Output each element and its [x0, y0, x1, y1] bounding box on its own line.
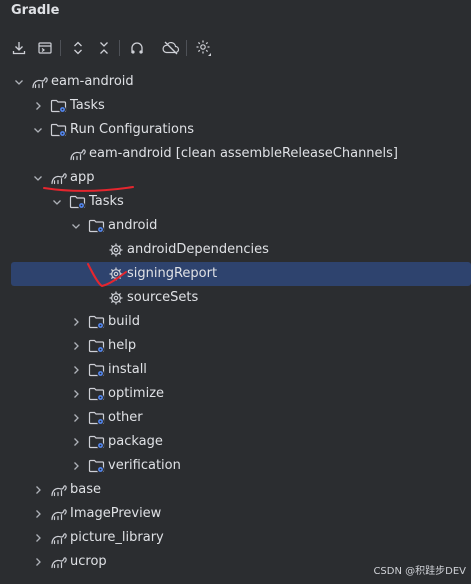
folder-gear-icon: [88, 313, 106, 331]
tree-row-label: signingReport: [127, 266, 218, 281]
chevron-right-icon[interactable]: [32, 508, 44, 520]
chevron-down-icon[interactable]: [51, 196, 63, 208]
tree-row-label: Tasks: [89, 194, 124, 209]
settings-icon[interactable]: [194, 38, 214, 58]
tree-row-label: base: [70, 482, 101, 497]
chevron-right-icon[interactable]: [70, 364, 82, 376]
chevron-down-icon[interactable]: [32, 172, 44, 184]
tree-row[interactable]: picture_library: [0, 526, 471, 550]
download-sources-icon[interactable]: [9, 38, 29, 58]
tree-row-label: androidDependencies: [127, 242, 269, 257]
tree-row-label: app: [70, 170, 95, 185]
chevron-right-icon[interactable]: [32, 484, 44, 496]
tree-row-label: ImagePreview: [70, 506, 162, 521]
chevron-down-icon[interactable]: [70, 220, 82, 232]
chevron-right-icon[interactable]: [70, 388, 82, 400]
tree-row[interactable]: android: [0, 214, 471, 238]
gradle-toolbar: [0, 36, 471, 60]
tree-row[interactable]: help: [0, 334, 471, 358]
folder-gear-icon: [69, 193, 87, 211]
tree-row-label: ucrop: [70, 554, 107, 569]
tree-row[interactable]: ImagePreview: [0, 502, 471, 526]
expand-all-icon[interactable]: [68, 38, 88, 58]
folder-gear-icon: [88, 457, 106, 475]
tree-row-label: other: [108, 410, 143, 425]
folder-gear-icon: [88, 409, 106, 427]
offline-mode-icon[interactable]: [161, 38, 181, 58]
gradle-project-icon: [31, 73, 49, 91]
chevron-down-icon[interactable]: [13, 76, 25, 88]
chevron-right-icon[interactable]: [32, 532, 44, 544]
tree-row[interactable]: sourceSets: [0, 286, 471, 310]
folder-gear-icon: [88, 385, 106, 403]
tree-row-label: sourceSets: [127, 290, 199, 305]
tree-row[interactable]: signingReport: [11, 262, 471, 286]
tree-row[interactable]: verification: [0, 454, 471, 478]
tree-row[interactable]: optimize: [0, 382, 471, 406]
tree-row-label: install: [108, 362, 147, 377]
tree-row[interactable]: Run Configurations: [0, 118, 471, 142]
folder-gear-icon: [88, 433, 106, 451]
tree-row-label: Tasks: [70, 98, 105, 113]
gradle-project-icon: [50, 505, 68, 523]
collapse-all-icon[interactable]: [94, 38, 114, 58]
tree-row[interactable]: package: [0, 430, 471, 454]
tree-row-label: Run Configurations: [70, 122, 194, 137]
chevron-right-icon[interactable]: [32, 556, 44, 568]
watermark: CSDN @积跬步DEV: [373, 566, 466, 577]
chevron-right-icon[interactable]: [32, 100, 44, 112]
folder-gear-icon: [88, 217, 106, 235]
run-config-icon[interactable]: [35, 38, 55, 58]
chevron-down-icon[interactable]: [32, 124, 44, 136]
folder-gear-icon: [88, 361, 106, 379]
tree-row-label: android: [108, 218, 158, 233]
chevron-right-icon[interactable]: [70, 340, 82, 352]
tree-row[interactable]: eam-android: [0, 70, 471, 94]
tree-row[interactable]: install: [0, 358, 471, 382]
chevron-right-icon[interactable]: [70, 436, 82, 448]
tree-row-label: package: [108, 434, 163, 449]
gradle-project-icon: [50, 529, 68, 547]
tree-row[interactable]: Tasks: [0, 190, 471, 214]
tree-row-label: build: [108, 314, 140, 329]
tree-row[interactable]: app: [0, 166, 471, 190]
gradle-project-icon: [69, 145, 87, 163]
tree-row-label: eam-android: [51, 74, 134, 89]
tree-row[interactable]: base: [0, 478, 471, 502]
tree-row-label: eam-android [clean assembleReleaseChanne…: [89, 146, 398, 161]
chevron-right-icon[interactable]: [70, 460, 82, 472]
tree-row[interactable]: other: [0, 406, 471, 430]
folder-gear-icon: [88, 337, 106, 355]
gradle-project-icon: [50, 553, 68, 571]
gear-icon: [107, 265, 125, 283]
folder-gear-icon: [50, 121, 68, 139]
tree-row-label: help: [108, 338, 137, 353]
tree-row-label: verification: [108, 458, 181, 473]
gear-icon: [107, 289, 125, 307]
gradle-project-icon: [50, 169, 68, 187]
gradle-project-icon: [50, 481, 68, 499]
tree-row-label: picture_library: [70, 530, 164, 545]
panel-title: Gradle: [11, 3, 60, 18]
folder-gear-icon: [50, 97, 68, 115]
tree-row[interactable]: Tasks: [0, 94, 471, 118]
tree-row[interactable]: build: [0, 310, 471, 334]
tree-row[interactable]: eam-android [clean assembleReleaseChanne…: [0, 142, 471, 166]
gear-icon: [107, 241, 125, 259]
analyze-dependencies-icon[interactable]: [127, 38, 147, 58]
chevron-right-icon[interactable]: [70, 316, 82, 328]
tree-row[interactable]: androidDependencies: [0, 238, 471, 262]
chevron-right-icon[interactable]: [70, 412, 82, 424]
tree-row-label: optimize: [108, 386, 165, 401]
